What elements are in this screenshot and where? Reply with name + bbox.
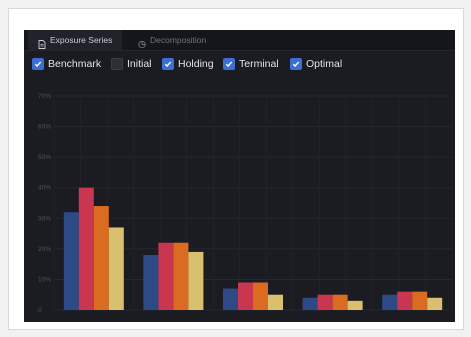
tab-decomposition[interactable]: Decomposition (128, 30, 216, 50)
bar-terminal-dogecoin (332, 294, 348, 310)
document-icon (38, 36, 46, 49)
tab-exposure-series-label: Exposure Series (50, 35, 113, 45)
bar-terminal-cardano (253, 282, 268, 310)
bar-benchmark-bitcoin (63, 212, 79, 310)
bar-optimal-cardano (268, 294, 283, 310)
checkbox-checked-icon (162, 58, 174, 70)
y-tick-label: 20% (38, 246, 51, 253)
bar-terminal-bitcoin (93, 206, 109, 310)
bar-holding-cardano (238, 282, 253, 310)
bar-terminal-ethereum (173, 242, 189, 310)
bar-benchmark-cardano (223, 288, 238, 310)
initial-checkbox[interactable]: Initial (111, 56, 152, 72)
y-tick-label: 10% (38, 276, 51, 283)
bar-holding-dogecoin (317, 294, 333, 310)
y-tick-label: 40% (38, 185, 51, 192)
bar-optimal-ethereum (188, 251, 204, 310)
bar-benchmark-polygon (382, 294, 398, 310)
tab-decomposition-label: Decomposition (150, 35, 207, 45)
benchmark-label: Benchmark (48, 58, 102, 70)
checkbox-checked-icon (223, 58, 235, 70)
bar-benchmark-dogecoin (302, 297, 318, 310)
bar-chart: 70%60%50%40%30%20%10%0BitcoinEthereumCar… (38, 93, 453, 314)
y-tick-label: 0 (38, 307, 42, 314)
initial-label: Initial (127, 58, 152, 70)
tab-exposure-series[interactable]: Exposure Series (28, 30, 123, 50)
bar-optimal-dogecoin (347, 300, 363, 310)
optimal-label: Optimal (306, 58, 343, 70)
benchmark-checkbox[interactable]: Benchmark (32, 56, 101, 72)
bar-optimal-polygon (427, 297, 443, 310)
checkbox-checked-icon (32, 58, 44, 70)
y-tick-label: 60% (38, 124, 51, 131)
bar-holding-ethereum (158, 242, 174, 310)
y-tick-label: 50% (38, 154, 51, 161)
checkbox-unchecked-icon (111, 58, 123, 70)
terminal-checkbox[interactable]: Terminal (223, 56, 279, 72)
bar-holding-bitcoin (78, 187, 94, 310)
bar-holding-polygon (397, 291, 413, 310)
holding-checkbox[interactable]: Holding (162, 56, 214, 72)
bar-terminal-polygon (412, 291, 428, 310)
optimal-checkbox[interactable]: Optimal (290, 56, 342, 72)
tab-bar: Exposure Series Decomposition (24, 30, 455, 51)
holding-label: Holding (178, 58, 214, 70)
bar-optimal-bitcoin (108, 227, 124, 310)
series-legend: Benchmark Initial Holding Terminal Optim… (24, 56, 455, 74)
bar-benchmark-ethereum (143, 254, 159, 310)
chart-icon (138, 36, 146, 48)
chart-panel: Exposure Series Decomposition Benchmark … (24, 30, 455, 322)
y-tick-label: 30% (38, 215, 51, 222)
checkbox-checked-icon (290, 58, 302, 70)
terminal-label: Terminal (239, 58, 279, 70)
y-tick-label: 70% (38, 93, 51, 100)
